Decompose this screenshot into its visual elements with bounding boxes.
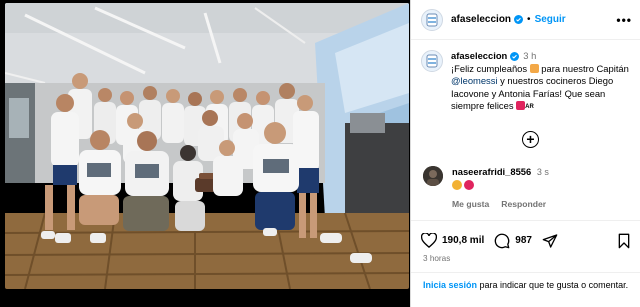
header-username[interactable]: afaseleccion	[451, 14, 511, 25]
afa-crest-icon	[426, 13, 438, 26]
follow-button[interactable]: Seguir	[535, 14, 566, 25]
clapping-emoji-icon	[452, 180, 462, 190]
heart-eyes-emoji-icon	[464, 180, 474, 190]
bookmark-icon[interactable]	[617, 233, 631, 249]
comment-time[interactable]: 3 s	[537, 167, 549, 177]
caption-text: ¡Feliz cumpleaños para nuestro Capitán @…	[451, 63, 630, 114]
comment-reply-button[interactable]: Responder	[501, 199, 546, 209]
media-column	[0, 0, 410, 307]
save-action[interactable]	[617, 233, 631, 249]
caption-text-part-1: ¡Feliz cumpleaños	[451, 62, 530, 74]
share-action[interactable]	[542, 233, 558, 249]
caption-header: afaseleccion 3 h	[451, 50, 630, 63]
heart-icon[interactable]	[421, 233, 437, 248]
comment-icon[interactable]	[494, 233, 510, 249]
heart-emoji-icon	[516, 101, 526, 110]
post-header: afaseleccion • Seguir •••	[411, 0, 640, 40]
mention-link[interactable]: @leomessi	[451, 75, 498, 86]
caption-text-part-2: para nuestro Capitán	[538, 62, 629, 74]
caption: afaseleccion 3 h ¡Feliz cumpleaños para …	[411, 40, 640, 114]
account-avatar[interactable]	[421, 8, 443, 31]
instagram-post: afaseleccion • Seguir ••• afaseleccion 3…	[0, 0, 640, 307]
verified-badge-icon	[514, 15, 524, 24]
likes-count[interactable]: 190,8 mil	[442, 235, 484, 246]
post-sidebar: afaseleccion • Seguir ••• afaseleccion 3…	[410, 0, 640, 307]
post-time-ago[interactable]: 3 horas	[423, 254, 450, 263]
comment-body: naseerafridi_8556 3 s	[452, 166, 549, 192]
commenter-avatar[interactable]	[423, 166, 443, 186]
gift-emoji-icon	[529, 63, 539, 73]
add-comment-icon[interactable]: +	[522, 131, 539, 148]
team-photo-illustration	[5, 3, 409, 289]
post-photo[interactable]	[5, 3, 409, 289]
share-icon[interactable]	[542, 233, 558, 249]
comments-count[interactable]: 987	[515, 235, 532, 246]
more-options-icon[interactable]: •••	[616, 13, 632, 27]
afa-crest-icon	[426, 54, 438, 68]
argentina-flag-icon: AR	[525, 104, 534, 110]
login-prompt: Inicia sesión para indicar que te gusta …	[411, 272, 640, 291]
caption-body: afaseleccion 3 h ¡Feliz cumpleaños para …	[451, 50, 630, 114]
header-separator: •	[527, 14, 531, 25]
caption-time[interactable]: 3 h	[523, 50, 536, 63]
comment-actions: Me gusta Responder	[452, 199, 546, 209]
commenter-username[interactable]: naseerafridi_8556	[452, 166, 531, 177]
verified-badge-icon	[510, 51, 520, 61]
login-link[interactable]: Inicia sesión	[423, 280, 477, 290]
login-prompt-text: para indicar que te gusta o comentar.	[477, 280, 629, 290]
caption-username[interactable]: afaseleccion	[451, 50, 507, 63]
comment-item: naseerafridi_8556 3 s	[423, 166, 549, 192]
caption-avatar[interactable]	[421, 50, 443, 72]
profile-photo-icon	[423, 166, 443, 186]
comment-like-button[interactable]: Me gusta	[452, 199, 489, 209]
like-action[interactable]: 190,8 mil	[421, 233, 484, 248]
comment-action[interactable]: 987	[494, 233, 532, 249]
comment-emojis	[452, 180, 549, 192]
